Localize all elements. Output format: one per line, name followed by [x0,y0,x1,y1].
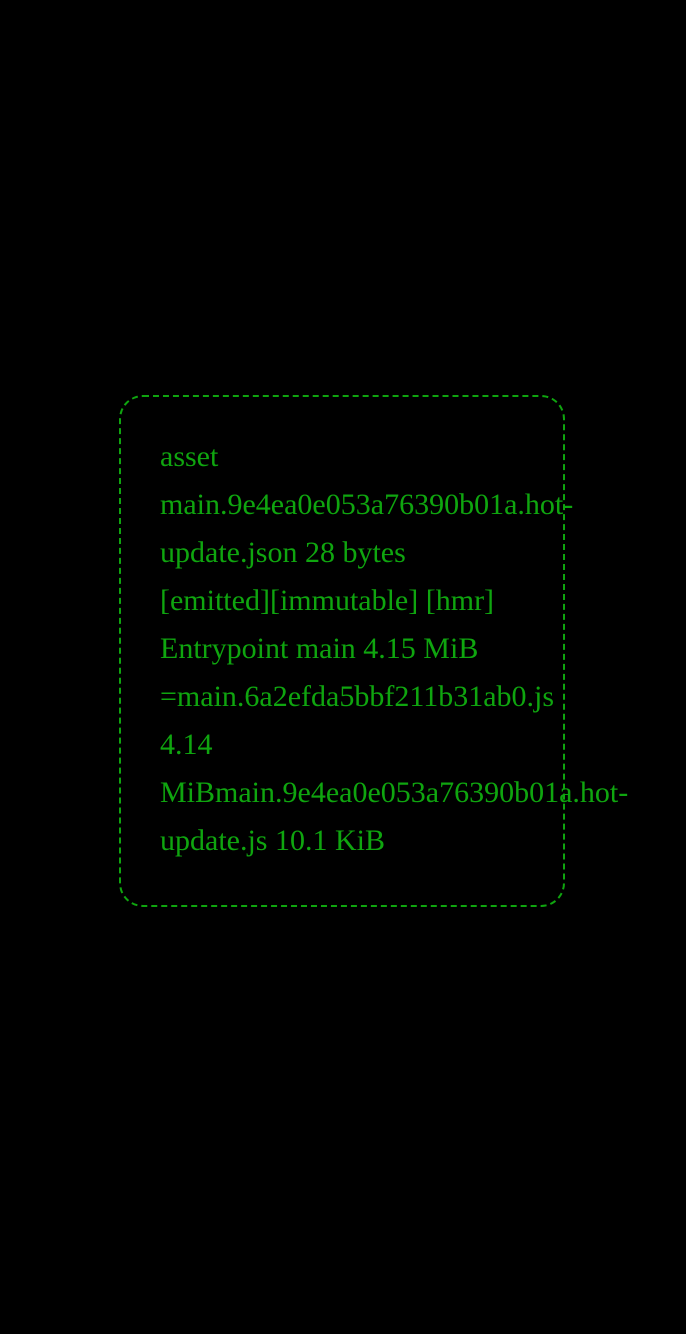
log-line: Entrypoint main 4.15 MiB [160,632,479,665]
log-line: =main.6a2efda5bbf211b31ab0.js [160,680,555,713]
log-line: MiBmain.9e4ea0e053a76390b01a.hot- [160,776,629,809]
log-line: update.json 28 bytes [160,536,406,569]
log-line: 4.14 [160,728,213,761]
log-line: update.js 10.1 KiB [160,824,385,857]
build-log-text: asset main.9e4ea0e053a76390b01a.hot- upd… [160,433,680,865]
log-line: [emitted][immutable] [hmr] [160,584,495,617]
log-line: asset [160,440,219,473]
log-line: main.9e4ea0e053a76390b01a.hot- [160,488,574,521]
